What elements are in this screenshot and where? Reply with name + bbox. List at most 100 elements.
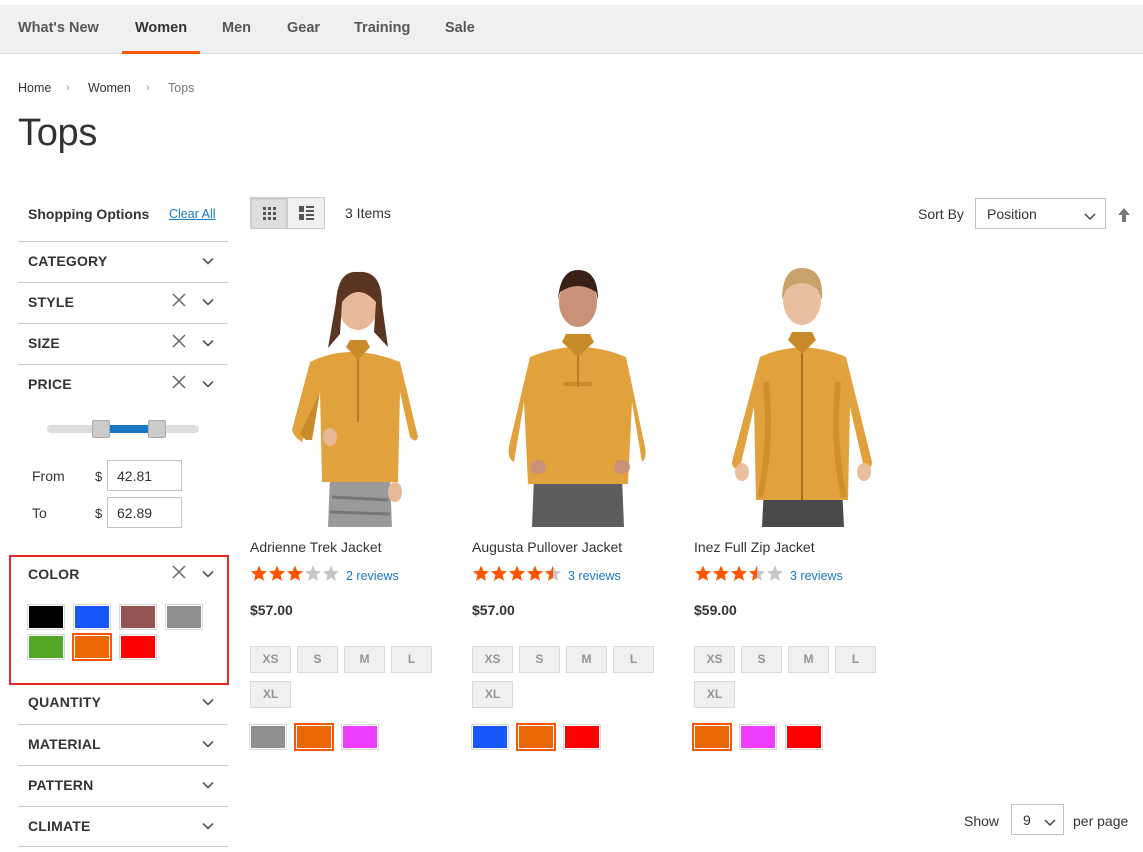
- remove-filter-icon[interactable]: [171, 333, 187, 353]
- size-option-s[interactable]: S: [297, 646, 338, 673]
- filter-size[interactable]: SIZE: [18, 323, 228, 364]
- show-label: Show: [964, 813, 1000, 829]
- filter-title: PRICE: [28, 376, 72, 392]
- sort-by-label: Sort By: [918, 206, 964, 222]
- filter-title: SIZE: [28, 335, 60, 351]
- product-name-link[interactable]: Adrienne Trek Jacket: [250, 539, 382, 555]
- swatch-gray[interactable]: [165, 604, 203, 630]
- filter-category[interactable]: CATEGORY: [18, 241, 228, 282]
- filter-climate[interactable]: CLIMATE: [18, 806, 228, 847]
- product-price: $57.00: [472, 602, 515, 618]
- nav-item-training[interactable]: Training: [354, 5, 410, 54]
- filter-quantity[interactable]: QUANTITY: [18, 683, 228, 724]
- color-option-purple[interactable]: [739, 724, 777, 750]
- color-option-gray[interactable]: [249, 724, 287, 750]
- breadcrumb-home[interactable]: Home: [18, 81, 51, 95]
- page-title: Tops: [18, 112, 98, 154]
- star-icon: [544, 565, 562, 581]
- star-icon: [304, 565, 322, 581]
- size-option-xl[interactable]: XL: [694, 681, 735, 708]
- list-view-button[interactable]: [287, 197, 325, 229]
- star-icon: [490, 565, 508, 581]
- grid-view-button[interactable]: [250, 197, 288, 229]
- price-to-input[interactable]: [107, 497, 182, 528]
- price-slider-min-handle[interactable]: [92, 420, 110, 438]
- product-image[interactable]: [694, 262, 904, 527]
- size-option-m[interactable]: M: [788, 646, 829, 673]
- price-from-input[interactable]: [107, 460, 182, 491]
- product-name-link[interactable]: Inez Full Zip Jacket: [694, 539, 815, 555]
- color-filter-highlight: [9, 555, 229, 685]
- size-option-xs[interactable]: XS: [472, 646, 513, 673]
- size-option-xs[interactable]: XS: [250, 646, 291, 673]
- size-option-l[interactable]: L: [391, 646, 432, 673]
- chevron-down-icon: [1084, 209, 1096, 225]
- color-option-orange[interactable]: [692, 723, 732, 751]
- star-icon: [730, 565, 748, 581]
- sort-by-select[interactable]: Position: [975, 198, 1106, 229]
- remove-filter-icon[interactable]: [171, 292, 187, 312]
- rating-stars: [250, 565, 340, 583]
- size-option-l[interactable]: L: [613, 646, 654, 673]
- filter-material[interactable]: MATERIAL: [18, 724, 228, 765]
- reviews-link[interactable]: 3 reviews: [790, 569, 843, 583]
- product-image[interactable]: [472, 262, 682, 527]
- remove-filter-icon[interactable]: [171, 374, 187, 394]
- nav-item-whats-new[interactable]: What's New: [18, 5, 99, 54]
- size-option-xl[interactable]: XL: [250, 681, 291, 708]
- chevron-down-icon[interactable]: [201, 295, 215, 309]
- swatch-green[interactable]: [27, 634, 65, 660]
- size-option-l[interactable]: L: [835, 646, 876, 673]
- swatch-blue[interactable]: [73, 604, 111, 630]
- size-option-xl[interactable]: XL: [472, 681, 513, 708]
- product-price: $59.00: [694, 602, 737, 618]
- swatch-red[interactable]: [119, 634, 157, 660]
- price-slider-track[interactable]: [47, 420, 199, 438]
- filter-title: PATTERN: [28, 777, 94, 793]
- size-option-s[interactable]: S: [741, 646, 782, 673]
- breadcrumb-women[interactable]: Women: [88, 81, 131, 95]
- star-icon: [268, 565, 286, 581]
- swatch-orange[interactable]: [72, 633, 112, 661]
- price-to-label: To: [32, 505, 47, 521]
- swatch-black[interactable]: [27, 604, 65, 630]
- reviews-link[interactable]: 3 reviews: [568, 569, 621, 583]
- chevron-down-icon[interactable]: [201, 336, 215, 350]
- product-name-link[interactable]: Augusta Pullover Jacket: [472, 539, 622, 555]
- color-option-red[interactable]: [563, 724, 601, 750]
- per-page-value: 9: [1023, 812, 1031, 828]
- clear-all-link[interactable]: Clear All: [169, 207, 216, 221]
- filter-pattern[interactable]: PATTERN: [18, 765, 228, 806]
- size-option-s[interactable]: S: [519, 646, 560, 673]
- filter-price[interactable]: PRICE: [18, 364, 228, 405]
- nav-item-gear[interactable]: Gear: [287, 5, 320, 54]
- color-option-orange[interactable]: [294, 723, 334, 751]
- size-option-m[interactable]: M: [566, 646, 607, 673]
- nav-item-women[interactable]: Women: [122, 5, 201, 54]
- per-page-select[interactable]: 9: [1011, 804, 1064, 835]
- filter-title: MATERIAL: [28, 736, 101, 752]
- chevron-down-icon[interactable]: [201, 778, 215, 792]
- color-option-blue[interactable]: [471, 724, 509, 750]
- filter-style[interactable]: STYLE: [18, 282, 228, 323]
- nav-item-men[interactable]: Men: [222, 5, 251, 54]
- star-rating-icons: [472, 565, 562, 581]
- filter-title: QUANTITY: [28, 694, 102, 710]
- price-slider-max-handle[interactable]: [148, 420, 166, 438]
- nav-item-sale[interactable]: Sale: [445, 5, 475, 54]
- reviews-link[interactable]: 2 reviews: [346, 569, 399, 583]
- chevron-down-icon[interactable]: [201, 695, 215, 709]
- swatch-brown[interactable]: [119, 604, 157, 630]
- color-option-red[interactable]: [785, 724, 823, 750]
- color-option-purple[interactable]: [341, 724, 379, 750]
- chevron-down-icon[interactable]: [201, 737, 215, 751]
- size-option-xs[interactable]: XS: [694, 646, 735, 673]
- chevron-down-icon[interactable]: [201, 377, 215, 391]
- size-option-m[interactable]: M: [344, 646, 385, 673]
- chevron-down-icon[interactable]: [201, 819, 215, 833]
- filter-title: STYLE: [28, 294, 75, 310]
- sort-direction-arrow-icon[interactable]: [1117, 207, 1131, 223]
- color-option-orange[interactable]: [516, 723, 556, 751]
- chevron-down-icon[interactable]: [201, 254, 215, 268]
- product-image[interactable]: [250, 262, 460, 527]
